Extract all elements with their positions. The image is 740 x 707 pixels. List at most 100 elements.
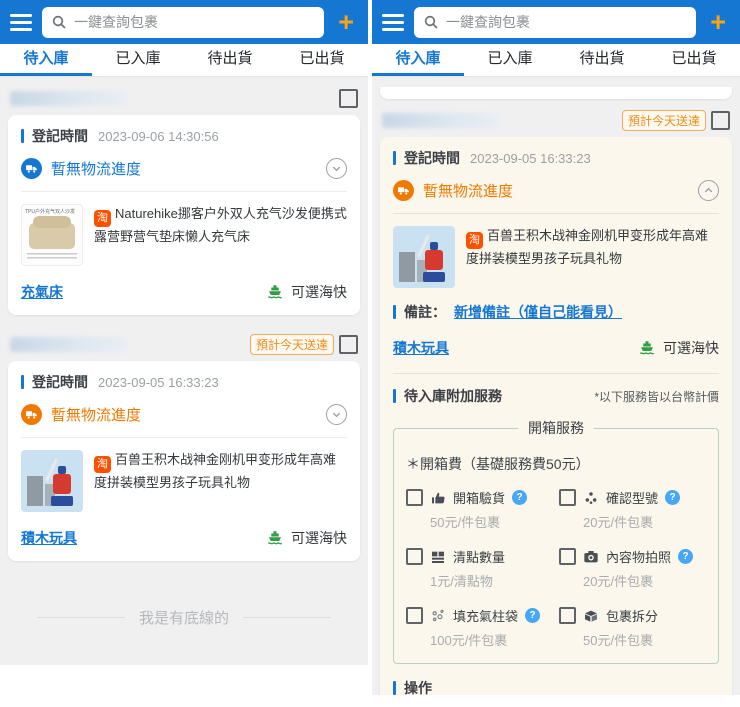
help-icon[interactable]: ? [512, 490, 528, 505]
search-icon [424, 15, 438, 29]
package-checkbox[interactable] [339, 334, 358, 354]
product-image-caption: TPU户外充气双人沙发 [25, 209, 76, 215]
menu-icon[interactable] [382, 13, 404, 31]
confirm-model-icon [583, 490, 599, 506]
section-marker [21, 129, 24, 143]
logistics-status: 暫無物流進度 [423, 183, 514, 200]
shipping-option: 可選海快 [266, 528, 347, 548]
category-link[interactable]: 充氣床 [21, 282, 63, 302]
taobao-icon: 淘 [466, 232, 483, 249]
tab-pending-inbound[interactable]: 待入庫 [372, 44, 464, 76]
taobao-icon: 淘 [94, 456, 111, 473]
app-bar: 一鍵查詢包裹 + [372, 0, 740, 44]
help-icon[interactable]: ? [665, 490, 681, 505]
ship-icon [267, 285, 283, 299]
logistics-status: 暫無物流進度 [51, 161, 142, 178]
app-bar: 一鍵查詢包裹 + [0, 0, 368, 44]
count-quantity-icon [430, 549, 446, 565]
eta-today-tag: 預計今天送達 [621, 109, 706, 131]
list-end-text: 我是有底線的 [0, 607, 368, 628]
package-checkbox[interactable] [711, 110, 730, 130]
service-item: 內容物拍照 ? 20元/件包裹 [559, 547, 706, 590]
redacted-package-title [10, 336, 128, 352]
tab-pending-outbound[interactable]: 待出貨 [184, 44, 276, 76]
service-item: 清點數量 1元/清點物 [406, 547, 553, 590]
service-checkbox[interactable] [559, 607, 576, 624]
service-price: 50元/件包裹 [583, 633, 654, 648]
tab-outbound[interactable]: 已出貨 [276, 44, 368, 76]
shipping-option: 可選海快 [638, 338, 719, 358]
camera-icon [583, 549, 599, 565]
add-note-link[interactable]: 新增備註（僅自己能看見） [454, 302, 622, 322]
category-link[interactable]: 積木玩具 [21, 528, 77, 548]
tab-inbound[interactable]: 已入庫 [92, 44, 184, 76]
chevron-up-icon[interactable] [698, 180, 719, 201]
help-icon[interactable]: ? [678, 549, 694, 564]
search-input[interactable]: 一鍵查詢包裹 [414, 6, 697, 38]
category-link[interactable]: 積木玩具 [393, 338, 449, 358]
package-checkbox[interactable] [339, 88, 358, 108]
menu-icon[interactable] [10, 13, 32, 31]
chevron-down-icon[interactable] [326, 404, 347, 425]
unboxing-services-box: 開箱服務 ＊開箱費（基礎服務費50元） 開箱驗貨 ? 50元/件包裹 確認型號 … [393, 418, 719, 664]
chevron-down-icon[interactable] [326, 158, 347, 179]
logistics-status: 暫無物流進度 [51, 407, 142, 424]
previous-card-edge [380, 87, 732, 99]
panel-right: 一鍵查詢包裹 + 待入庫 已入庫 待出貨 已出貨 預計今天送達 登記時間 202… [372, 0, 740, 707]
service-price: 100元/件包裹 [430, 633, 508, 648]
tab-pending-inbound[interactable]: 待入庫 [0, 44, 92, 76]
search-input[interactable]: 一鍵查詢包裹 [42, 6, 325, 38]
help-icon[interactable]: ? [525, 608, 541, 623]
search-placeholder: 一鍵查詢包裹 [446, 14, 530, 30]
product-image [21, 450, 83, 512]
service-checkbox[interactable] [559, 548, 576, 565]
ship-icon [267, 531, 283, 545]
service-price: 50元/件包裹 [430, 515, 501, 530]
service-checkbox[interactable] [406, 607, 423, 624]
package-card-expanded: 登記時間 2023-09-05 16:33:23 暫無物流進度 淘 百兽王积木战… [380, 137, 732, 707]
air-cushion-icon [430, 608, 446, 624]
service-item: 確認型號 ? 20元/件包裹 [559, 488, 706, 531]
truck-icon [21, 158, 42, 179]
shipping-option: 可選海快 [266, 282, 347, 302]
unboxing-services-title: 開箱服務 [528, 420, 584, 436]
tab-outbound[interactable]: 已出貨 [648, 44, 740, 76]
register-time-label: 登記時間 [32, 374, 88, 390]
tab-inbound[interactable]: 已入庫 [464, 44, 556, 76]
add-package-button[interactable]: + [334, 8, 358, 36]
register-time-value: 2023-09-06 14:30:56 [98, 128, 219, 144]
taobao-icon: 淘 [94, 210, 111, 227]
ship-icon [639, 341, 655, 355]
shipping-label: 可選海快 [291, 530, 347, 546]
service-checkbox[interactable] [559, 489, 576, 506]
register-time-value: 2023-09-05 16:33:23 [470, 150, 591, 166]
truck-icon [21, 404, 42, 425]
truck-icon [393, 180, 414, 201]
note-label: 備註： [404, 304, 446, 320]
register-time-value: 2023-09-05 16:33:23 [98, 374, 219, 390]
tab-bar: 待入庫 已入庫 待出貨 已出貨 [0, 44, 368, 77]
product-title: 淘百兽王积木战神金刚机甲变形成年高难度拼装模型男孩子玩具礼物 [94, 452, 337, 490]
register-time-label: 登記時間 [404, 150, 460, 166]
product-image [393, 226, 455, 288]
screenshot-pair: 一鍵查詢包裹 + 待入庫 已入庫 待出貨 已出貨 登記時間 2023-09-06… [0, 0, 740, 707]
section-marker [21, 375, 24, 389]
section-marker [393, 151, 396, 165]
package-card[interactable]: 登記時間 2023-09-06 14:30:56 暫無物流進度 TPU户外充气双… [8, 115, 360, 315]
section-marker [393, 305, 396, 319]
list-item-header: 預計今天送達 [10, 333, 358, 355]
list-item-header [10, 87, 358, 109]
add-package-button[interactable]: + [706, 8, 730, 36]
inspect-goods-icon [430, 490, 446, 506]
search-placeholder: 一鍵查詢包裹 [74, 14, 158, 30]
section-marker [393, 389, 396, 403]
services-title: 待入庫附加服務 [404, 388, 502, 404]
unboxing-base-fee: ＊開箱費（基礎服務費50元） [406, 456, 590, 472]
service-checkbox[interactable] [406, 548, 423, 565]
package-card[interactable]: 登記時間 2023-09-05 16:33:23 暫無物流進度 淘 百兽王积木战… [8, 361, 360, 561]
eta-today-tag: 預計今天送達 [249, 333, 334, 355]
service-item: 包裹拆分 50元/件包裹 [559, 606, 706, 649]
service-checkbox[interactable] [406, 489, 423, 506]
search-icon [52, 15, 66, 29]
tab-pending-outbound[interactable]: 待出貨 [556, 44, 648, 76]
